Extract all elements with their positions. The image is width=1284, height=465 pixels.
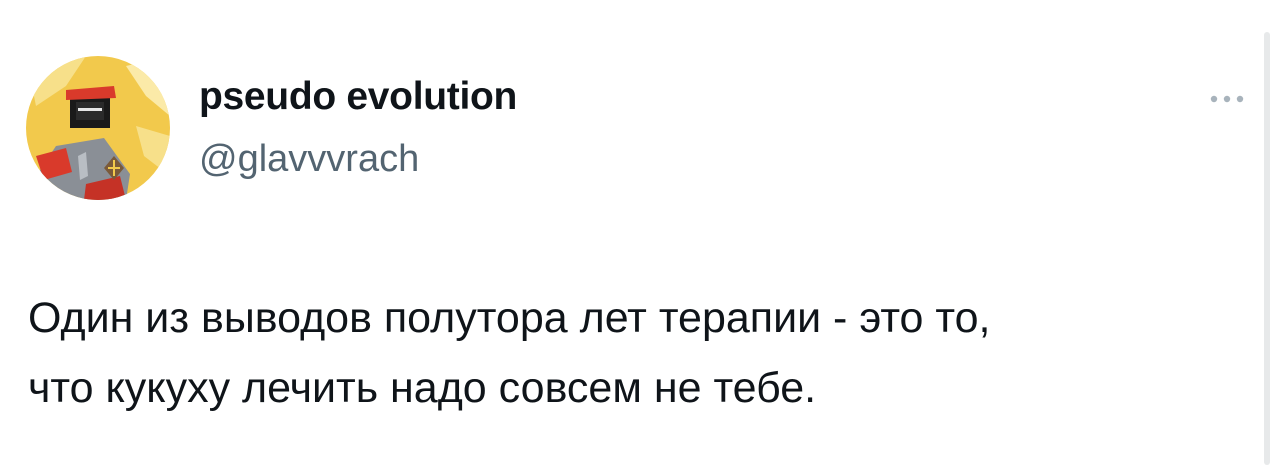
avatar[interactable] — [26, 56, 170, 200]
display-name[interactable]: pseudo evolution — [199, 77, 517, 116]
tweet-text-line: Один из выводов полутора лет терапии - э… — [28, 294, 991, 342]
more-horizontal-icon — [1210, 95, 1244, 103]
tweet-card: pseudo evolution @glavvvrach Один из выв… — [0, 0, 1284, 465]
tweet-text-line: что кукуху лечить надо совсем не тебе. — [28, 364, 817, 412]
more-button[interactable] — [1204, 86, 1250, 112]
username-handle[interactable]: @glavvvrach — [199, 140, 419, 178]
avatar-image — [26, 56, 170, 200]
tweet-text: Один из выводов полутора лет терапии - э… — [28, 283, 1268, 423]
scrollbar[interactable] — [1264, 32, 1270, 465]
